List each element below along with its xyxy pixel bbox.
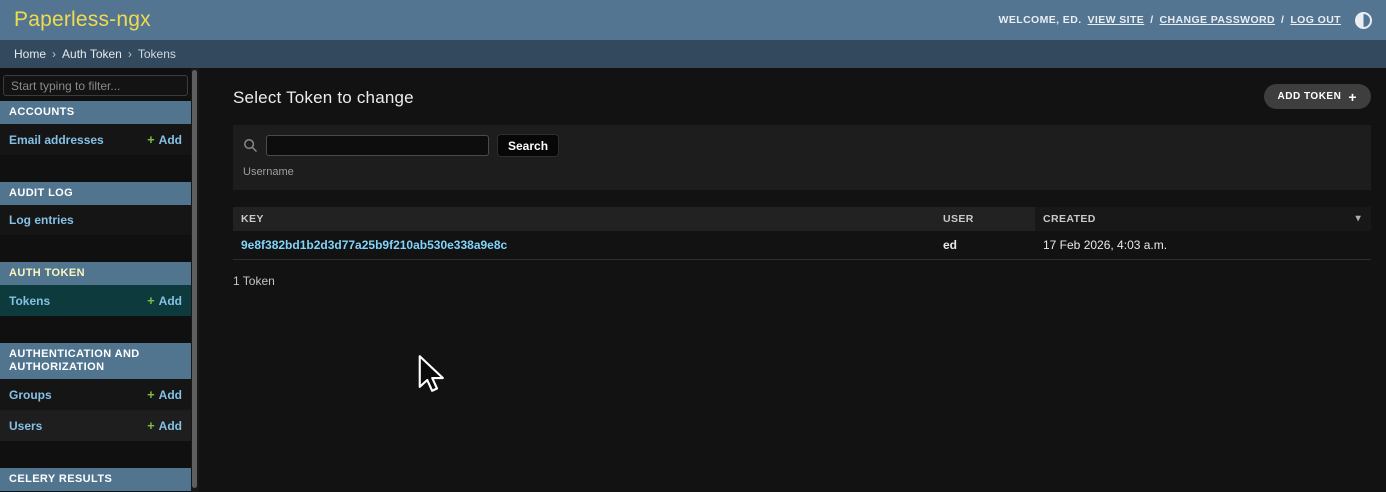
- token-user-cell: ed: [935, 231, 1035, 259]
- sidebar-item-log-entries[interactable]: Log entries: [0, 205, 191, 235]
- section-title[interactable]: ACCOUNTS: [0, 101, 191, 124]
- separator: /: [1281, 14, 1284, 26]
- sidebar-scrollbar[interactable]: [191, 68, 199, 492]
- model-link[interactable]: Tokens: [9, 294, 50, 308]
- search-icon: [243, 138, 258, 153]
- sidebar-section-auth-and-authz: AUTHENTICATION AND AUTHORIZATION Groups …: [0, 343, 191, 441]
- table-row: 9e8f382bd1b2d3d77a25b9f210ab530e338a9e8c…: [233, 231, 1371, 260]
- sidebar-item-users[interactable]: Users +Add: [0, 410, 191, 441]
- sidebar-section-auth-token: AUTH TOKEN Tokens +Add: [0, 262, 191, 316]
- change-password-link[interactable]: CHANGE PASSWORD: [1160, 14, 1275, 26]
- column-header-key[interactable]: KEY: [233, 207, 935, 231]
- model-link[interactable]: Log entries: [9, 213, 74, 227]
- sidebar-section-accounts: ACCOUNTS Email addresses +Add: [0, 101, 191, 155]
- sort-descending-icon[interactable]: ▾: [1356, 213, 1361, 224]
- view-site-link[interactable]: VIEW SITE: [1088, 14, 1145, 26]
- section-title[interactable]: AUDIT LOG: [0, 182, 191, 205]
- column-header-user[interactable]: USER: [935, 207, 1035, 231]
- token-key-link[interactable]: 9e8f382bd1b2d3d77a25b9f210ab530e338a9e8c: [241, 238, 507, 252]
- add-email-address-link[interactable]: +Add: [147, 132, 182, 147]
- model-link[interactable]: Email addresses: [9, 133, 104, 147]
- breadcrumb: Home › Auth Token › Tokens: [0, 40, 1386, 68]
- theme-toggle-icon[interactable]: [1355, 12, 1372, 29]
- app-title: Paperless-ngx: [14, 8, 151, 32]
- breadcrumb-separator: ›: [128, 47, 132, 61]
- add-icon: +: [147, 293, 155, 308]
- sidebar-nav: ACCOUNTS Email addresses +Add AUDIT LOG …: [0, 68, 191, 492]
- add-icon: +: [147, 387, 155, 402]
- add-group-link[interactable]: +Add: [147, 387, 182, 402]
- result-count: 1 Token: [233, 260, 1371, 288]
- model-link[interactable]: Users: [9, 419, 42, 433]
- welcome-text: WELCOME, ED.: [999, 14, 1082, 26]
- section-title[interactable]: AUTH TOKEN: [0, 262, 191, 285]
- add-user-link[interactable]: +Add: [147, 418, 182, 433]
- top-header: Paperless-ngx WELCOME, ED. VIEW SITE / C…: [0, 0, 1386, 40]
- add-icon: +: [147, 132, 155, 147]
- add-token-link[interactable]: +Add: [147, 293, 182, 308]
- plus-icon: +: [1348, 92, 1357, 102]
- add-token-button[interactable]: ADD TOKEN+: [1264, 84, 1371, 109]
- sidebar-item-groups[interactable]: Groups +Add: [0, 379, 191, 410]
- search-input[interactable]: [266, 135, 489, 156]
- separator: /: [1150, 14, 1153, 26]
- table-header-row: KEY USER CREATED ▾: [233, 207, 1371, 231]
- object-tools: ADD TOKEN+: [1264, 84, 1371, 109]
- section-title[interactable]: AUTHENTICATION AND AUTHORIZATION: [0, 343, 191, 379]
- section-title[interactable]: CELERY RESULTS: [0, 468, 191, 491]
- breadcrumb-home[interactable]: Home: [14, 47, 46, 61]
- column-header-created[interactable]: CREATED ▾: [1035, 207, 1371, 231]
- add-icon: +: [147, 418, 155, 433]
- token-created-cell: 17 Feb 2026, 4:03 a.m.: [1035, 231, 1371, 259]
- token-table: KEY USER CREATED ▾ 9e8f382bd1b2d3d77a25b…: [233, 207, 1371, 288]
- sidebar-scrollbar-thumb[interactable]: [192, 70, 197, 488]
- sidebar-section-celery-results: CELERY RESULTS: [0, 468, 191, 491]
- user-tools: WELCOME, ED. VIEW SITE / CHANGE PASSWORD…: [999, 12, 1372, 29]
- search-button[interactable]: Search: [497, 134, 559, 157]
- page-title: Select Token to change: [233, 88, 1371, 108]
- model-link[interactable]: Groups: [9, 388, 52, 402]
- sidebar-item-tokens[interactable]: Tokens +Add: [0, 285, 191, 316]
- sidebar-section-audit-log: AUDIT LOG Log entries: [0, 182, 191, 235]
- main-content: ADD TOKEN+ Select Token to change Search…: [199, 68, 1386, 492]
- search-field-hint: Username: [243, 166, 1361, 178]
- logout-link[interactable]: LOG OUT: [1290, 14, 1341, 26]
- breadcrumb-auth-token[interactable]: Auth Token: [62, 47, 122, 61]
- sidebar-item-email-addresses[interactable]: Email addresses +Add: [0, 124, 191, 155]
- search-module: Search Username: [233, 125, 1371, 190]
- sidebar-filter-input[interactable]: [3, 75, 188, 96]
- token-key-cell: 9e8f382bd1b2d3d77a25b9f210ab530e338a9e8c: [233, 231, 935, 259]
- breadcrumb-current: Tokens: [138, 47, 176, 61]
- breadcrumb-separator: ›: [52, 47, 56, 61]
